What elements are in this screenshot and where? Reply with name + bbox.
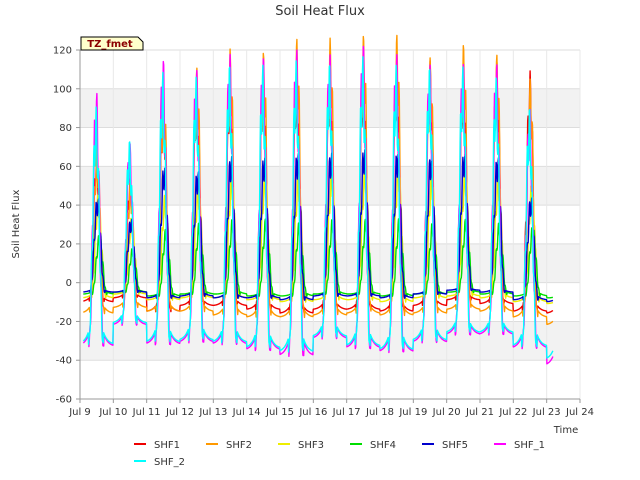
legend-label: SHF3 — [298, 440, 324, 451]
legend-label: SHF1 — [154, 440, 180, 451]
x-tick-label: Jul 11 — [132, 407, 161, 418]
y-axis-label: Soil Heat Flux — [11, 189, 22, 258]
chart-title: Soil Heat Flux — [275, 4, 365, 19]
y-tick-label: 40 — [59, 201, 72, 212]
x-tick-label: Jul 18 — [365, 407, 394, 418]
x-tick-label: Jul 24 — [565, 407, 594, 418]
x-axis-label: Time — [553, 425, 578, 436]
y-tick-label: 80 — [59, 123, 72, 134]
y-tick-label: 20 — [59, 239, 72, 250]
x-tick-label: Jul 17 — [332, 407, 361, 418]
y-tick-label: -20 — [56, 317, 72, 328]
x-tick-label: Jul 19 — [398, 407, 427, 418]
x-tick-label: Jul 23 — [532, 407, 561, 418]
x-tick-label: Jul 9 — [68, 407, 91, 418]
x-tick-label: Jul 22 — [498, 407, 527, 418]
x-tick-label: Jul 16 — [298, 407, 327, 418]
x-tick-label: Jul 12 — [165, 407, 194, 418]
x-tick-label: Jul 15 — [265, 407, 294, 418]
soil-heat-flux-chart: Soil Heat Flux -60 -40 -20 0 20 40 60 80 100 120 J… — [0, 0, 640, 480]
y-tick-label: -40 — [56, 356, 72, 367]
y-tick-label: 100 — [53, 84, 72, 95]
legend-label: SHF2 — [226, 440, 252, 451]
y-tick-label: 0 — [66, 278, 72, 289]
y-tick-label: 120 — [53, 46, 72, 57]
annotation-label: TZ_fmet — [87, 39, 133, 50]
legend-label: SHF_1 — [514, 440, 545, 451]
y-tick-label: -60 — [56, 395, 72, 406]
x-tick-label: Jul 13 — [198, 407, 227, 418]
x-tick-label: Jul 20 — [432, 407, 461, 418]
legend-label: SHF5 — [442, 440, 468, 451]
annotation-box: TZ_fmet — [80, 36, 144, 51]
legend-label: SHF4 — [370, 440, 396, 451]
x-tick-label: Jul 10 — [98, 407, 127, 418]
x-tick-label: Jul 14 — [232, 407, 261, 418]
x-tick-label: Jul 21 — [465, 407, 494, 418]
legend-label: SHF_2 — [154, 457, 185, 468]
y-tick-label: 60 — [59, 162, 72, 173]
